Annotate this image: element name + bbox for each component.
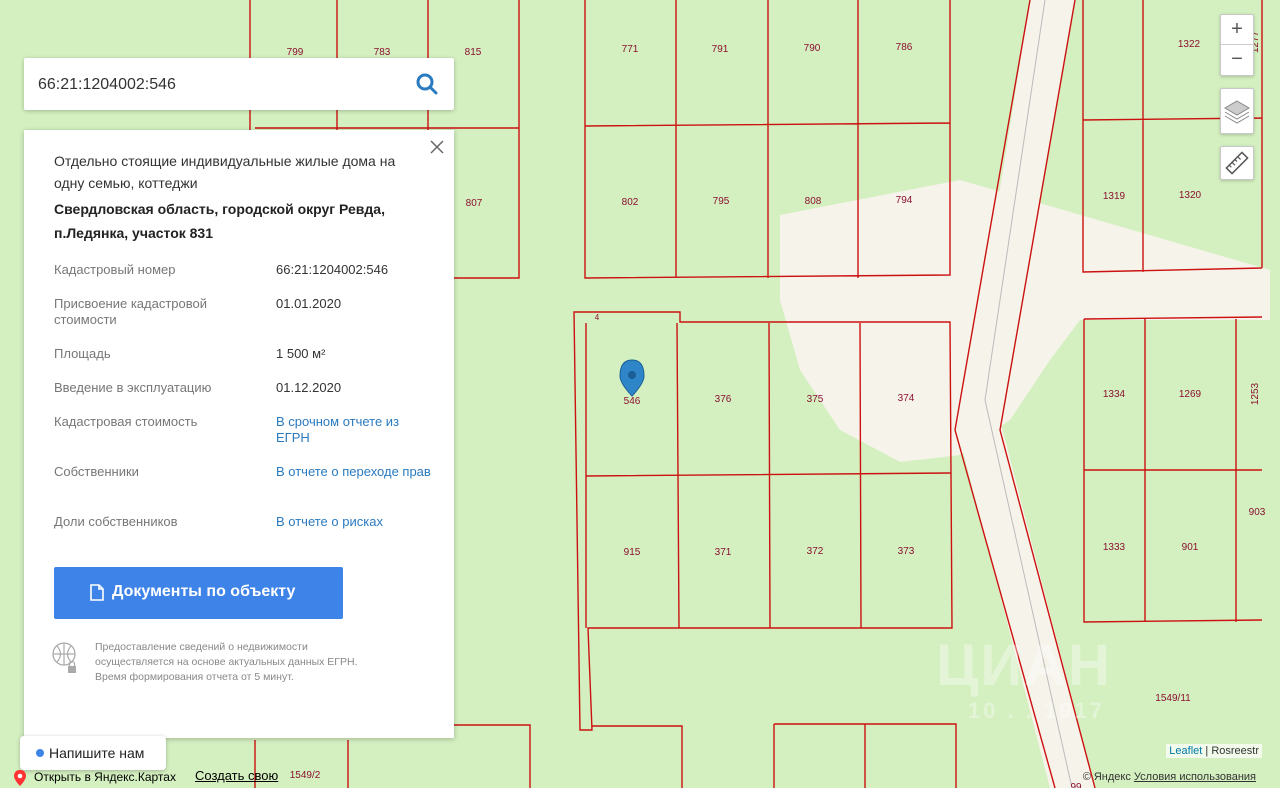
plot-label: 374: [898, 393, 915, 404]
plot-label: 901: [1182, 542, 1199, 553]
watermark-logo: ЦИАН: [936, 633, 1112, 698]
zoom-out-button[interactable]: −: [1221, 45, 1253, 74]
plot-label: 794: [896, 195, 913, 206]
row-label: Площадь: [54, 346, 111, 361]
row-label: Кадастровый номер: [54, 262, 176, 277]
plot-label: 808: [805, 196, 822, 207]
row-label: Присвоение кадастровой стоимости: [54, 296, 208, 327]
object-info-panel: Отдельно стоящие индивидуальные жилые до…: [24, 130, 454, 738]
chat-button[interactable]: Напишите нам: [20, 736, 166, 770]
plot-label: 903: [1249, 507, 1266, 518]
plot-label: 786: [896, 42, 913, 53]
plot-label: 4: [595, 313, 600, 322]
open-in-yandex-maps-link[interactable]: Открыть в Яндекс.Картах: [34, 770, 176, 784]
plot-label: 1333: [1103, 542, 1126, 553]
close-icon[interactable]: [428, 138, 446, 156]
watermark-phone: 10 . . 1917: [968, 698, 1105, 723]
plot-label: 375: [807, 394, 824, 405]
create-map-link[interactable]: Создать свою: [195, 768, 278, 783]
documents-button-label: Документы по объекту: [112, 583, 296, 600]
yandex-attribution: © Яндекс Условия использования: [1083, 771, 1256, 783]
plot-label: 1322: [1178, 39, 1201, 50]
plot-label: 372: [807, 546, 824, 557]
risk-report-link[interactable]: В отчете о рисках: [276, 514, 436, 530]
plot-label: 802: [622, 197, 639, 208]
ruler-button[interactable]: [1220, 146, 1254, 180]
leaflet-link[interactable]: Leaflet: [1169, 745, 1202, 757]
search-box: [24, 58, 454, 110]
plot-label: 1334: [1103, 389, 1126, 400]
plot-label: 1319: [1103, 191, 1126, 202]
plot-label: 99: [1070, 782, 1082, 788]
document-icon: [90, 584, 104, 601]
object-type: Отдельно стоящие индивидуальные жилые до…: [54, 153, 396, 191]
yandex-copyright: © Яндекс: [1082, 771, 1131, 783]
plot-label: 790: [804, 43, 821, 54]
plot-label: 915: [624, 547, 641, 558]
plot-label: 1549/11: [1155, 693, 1191, 704]
online-dot-icon: [36, 749, 44, 757]
row-label: Кадастровая стоимость: [54, 414, 198, 429]
row-value: 01.01.2020: [276, 296, 342, 311]
rosreestr-label: Rosreestr: [1211, 745, 1259, 757]
map-pin-icon: [14, 770, 26, 786]
row-label: Собственники: [54, 464, 139, 479]
object-address: Свердловская область, городской округ Ре…: [54, 201, 385, 241]
urgent-report-link[interactable]: В срочном отчете из ЕГРН: [276, 414, 436, 446]
documents-button[interactable]: Документы по объекту: [54, 567, 343, 619]
chat-button-label: Напишите нам: [49, 745, 145, 761]
plot-label: 373: [898, 546, 915, 557]
disclaimer-note: Предоставление сведений о недвижимости о…: [95, 641, 358, 683]
zoom-in-button[interactable]: +: [1221, 15, 1253, 45]
plot-label: 807: [466, 198, 483, 209]
plot-label: 371: [715, 547, 732, 558]
layers-icon: [1224, 100, 1250, 124]
plot-label: 1269: [1179, 389, 1202, 400]
zoom-control: + −: [1220, 14, 1254, 76]
search-input[interactable]: [36, 70, 400, 100]
row-value: 66:21:1204002:546: [276, 262, 389, 277]
row-label: Введение в эксплуатацию: [54, 380, 212, 395]
secure-globe-icon: [52, 642, 76, 673]
terms-link[interactable]: Условия использования: [1134, 771, 1256, 783]
plot-label: 771: [622, 44, 639, 55]
ownership-report-link[interactable]: В отчете о переходе прав: [276, 464, 436, 480]
row-value: 01.12.2020: [276, 380, 342, 395]
plot-label: 815: [465, 47, 482, 58]
plot-label: 799: [287, 47, 304, 58]
layers-button[interactable]: [1220, 88, 1254, 134]
yandex-bottom-bar: Открыть в Яндекс.Картах Создать свою: [0, 766, 340, 788]
plot-label: 1253: [1250, 382, 1261, 405]
ruler-icon: [1225, 151, 1249, 175]
plot-label: 546: [624, 396, 641, 407]
plot-label: 376: [715, 394, 732, 405]
search-icon[interactable]: [414, 71, 440, 97]
row-label: Доли собственников: [54, 514, 178, 529]
plot-label: 791: [712, 44, 729, 55]
plot-label: 783: [374, 47, 391, 58]
row-value: 1 500 м²: [276, 346, 326, 361]
map-attribution: Leaflet | Rosreestr: [1166, 744, 1262, 758]
plot-label: 795: [713, 196, 730, 207]
plot-label: 1320: [1179, 190, 1202, 201]
